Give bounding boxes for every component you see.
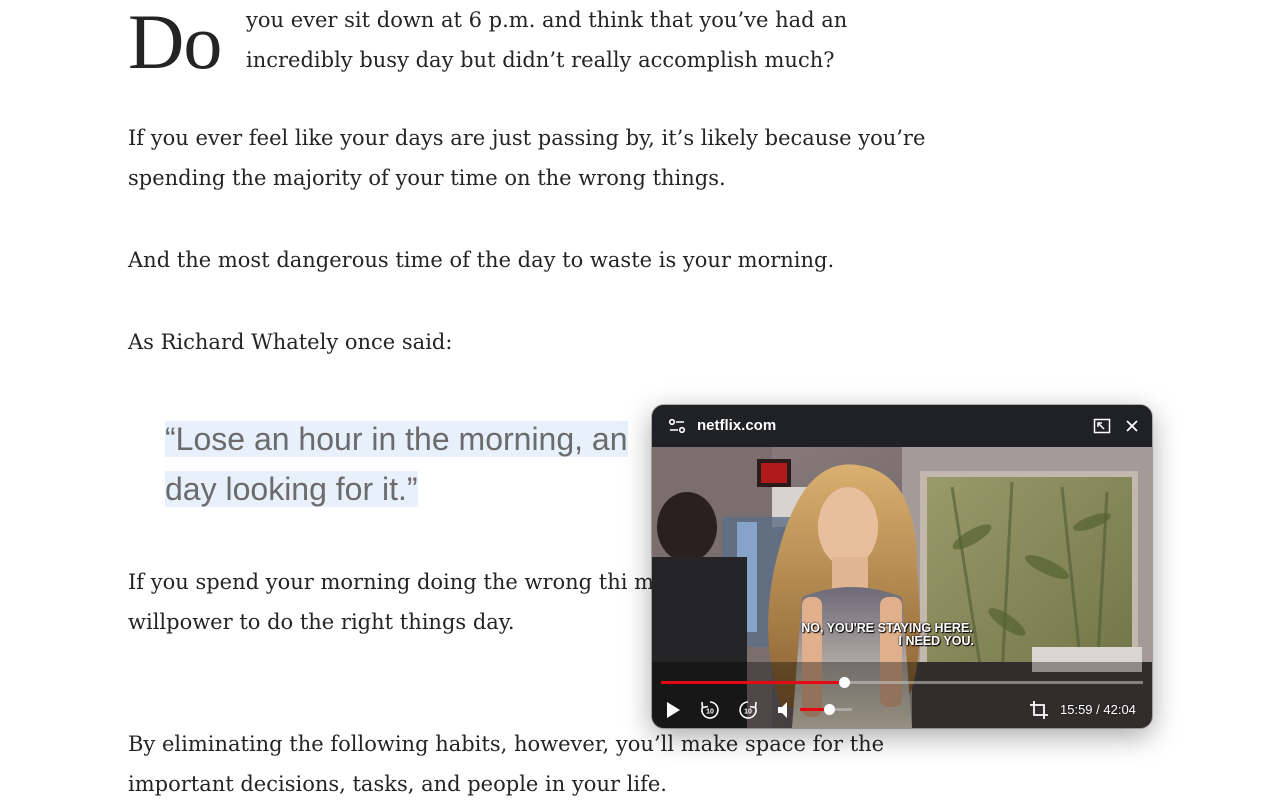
video-frame[interactable]: NO, YOU'RE STAYING HERE. I NEED YOU. 10 … [652,447,1152,728]
tune-icon[interactable] [668,417,686,435]
paragraph-2: And the most dangerous time of the day t… [128,248,835,272]
quote-line-1[interactable]: “Lose an hour in the morning, an [165,421,628,457]
volume-knob[interactable] [823,704,835,715]
time-display: 15:59 / 42:04 [1060,702,1136,717]
quote-line-2[interactable]: day looking for it.” [165,471,418,507]
paragraph-1: If you ever feel like your days are just… [128,126,926,190]
forward-10-icon[interactable]: 10 [737,699,759,721]
play-icon[interactable] [662,699,684,721]
paragraph-3: As Richard Whately once said: [128,330,453,354]
back-to-tab-icon[interactable] [1092,416,1112,436]
volume-slider[interactable] [800,704,852,715]
crop-icon[interactable] [1028,699,1050,721]
progress-bar[interactable] [661,677,1143,688]
progress-fill [661,681,845,684]
close-icon[interactable] [1122,416,1142,436]
intro-paragraph: you ever sit down at 6 p.m. and think th… [246,8,848,72]
subtitle-line-2: I NEED YOU. [898,634,974,648]
pull-quote[interactable]: “Lose an hour in the morning, an day loo… [165,414,665,514]
picture-in-picture-window[interactable]: netflix.com NO, YOU'RE STAYING HERE. I N… [652,405,1152,728]
pip-site-label: netflix.com [697,417,777,434]
subtitle: NO, YOU'RE STAYING HERE. I NEED YOU. [782,622,992,648]
video-scene [652,447,1152,728]
svg-text:10: 10 [744,709,752,716]
volume-icon[interactable] [774,699,796,721]
pip-title-bar[interactable]: netflix.com [652,405,1152,447]
svg-text:10: 10 [706,709,714,716]
replay-10-icon[interactable]: 10 [699,699,721,721]
paragraph-last: By eliminating the following habits, how… [128,732,885,796]
drop-cap: Do [128,0,222,85]
